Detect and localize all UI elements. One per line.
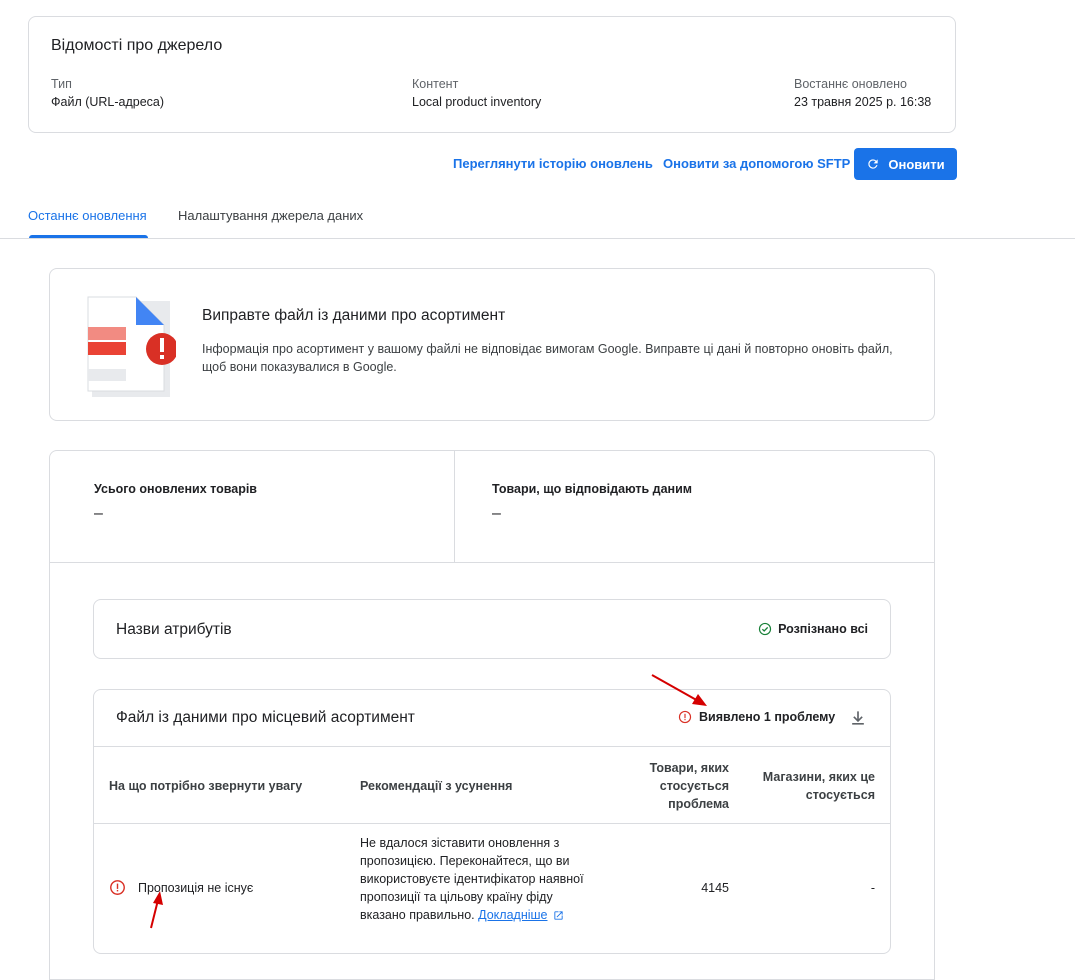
check-circle-icon (758, 622, 772, 636)
attribute-names-title: Назви атрибутів (116, 621, 232, 638)
column-header-recommendation: Рекомендації з усунення (360, 779, 513, 793)
issues-found-status: Виявлено 1 проблему (678, 710, 835, 724)
refresh-button-label: Оновити (888, 156, 945, 172)
column-header-affected-products: Товари, яких стосується проблема (649, 761, 729, 811)
fix-inventory-alert-card: Виправте файл із даними про асортимент І… (49, 268, 935, 421)
view-update-history-link[interactable]: Переглянути історію оновлень (453, 156, 653, 171)
issues-table-header: На що потрібно звернути увагу Рекомендац… (94, 747, 890, 824)
type-value: Файл (URL-адреса) (51, 95, 165, 109)
download-icon[interactable] (848, 708, 868, 733)
update-via-sftp-link[interactable]: Оновити за допомогою SFTP (663, 156, 850, 171)
attribute-names-card: Назви атрибутів Розпізнано всі (93, 599, 891, 659)
table-row: Пропозиція не існує Не вдалося зіставити… (94, 824, 890, 953)
inventory-card-title: Файл із даними про місцевий асортимент (116, 709, 415, 726)
issue-recommendation: Не вдалося зіставити оновлення з пропози… (360, 834, 595, 924)
local-inventory-file-card: Файл із даними про місцевий асортимент В… (93, 689, 891, 954)
content-value: Local product inventory (412, 95, 542, 109)
alert-description: Інформація про асортимент у вашому файлі… (202, 342, 893, 374)
type-label: Тип (51, 77, 72, 91)
last-updated-value: 23 травня 2025 р. 16:38 (794, 95, 932, 109)
column-header-issue: На що потрібно звернути увагу (109, 779, 303, 793)
source-details-title: Відомості про джерело (51, 37, 223, 54)
open-in-new-icon (553, 910, 564, 921)
last-updated-label: Востаннє оновлено (794, 77, 907, 91)
error-circle-icon (678, 710, 692, 724)
affected-products-count: 4145 (701, 881, 729, 895)
learn-more-link[interactable]: Докладніше (478, 906, 563, 924)
refresh-button[interactable]: Оновити (854, 148, 957, 180)
alert-title: Виправте файл із даними про асортимент (202, 307, 506, 324)
refresh-icon (866, 157, 880, 171)
stats-row: Усього оновлених товарів – Товари, що ві… (50, 451, 934, 563)
learn-more-label: Докладніше (478, 908, 548, 922)
tab-latest-update[interactable]: Останнє оновлення (28, 208, 147, 223)
issues-found-text: Виявлено 1 проблему (699, 710, 836, 724)
matched-products-value: – (492, 505, 501, 522)
matched-products-label: Товари, що відповідають даним (492, 482, 693, 496)
total-updated-products-value: – (94, 505, 103, 522)
tabs-divider (0, 238, 1075, 239)
error-circle-icon (109, 879, 126, 896)
attribute-names-status-text: Розпізнано всі (778, 622, 868, 636)
error-file-illustration-icon (86, 295, 178, 404)
source-details-card: Відомості про джерело Тип Файл (URL-адре… (28, 16, 956, 133)
stats-divider (454, 451, 455, 563)
content-label: Контент (412, 77, 459, 91)
tab-data-source-settings[interactable]: Налаштування джерела даних (178, 208, 363, 223)
update-results-panel: Усього оновлених товарів – Товари, що ві… (49, 450, 935, 980)
issue-name: Пропозиція не існує (138, 881, 254, 895)
attribute-names-status: Розпізнано всі (758, 622, 868, 636)
affected-stores-count: - (870, 881, 875, 895)
total-updated-products-label: Усього оновлених товарів (94, 482, 257, 496)
column-header-affected-stores: Магазини, яких це стосується (762, 770, 875, 802)
inventory-card-header: Файл із даними про місцевий асортимент В… (94, 690, 890, 747)
